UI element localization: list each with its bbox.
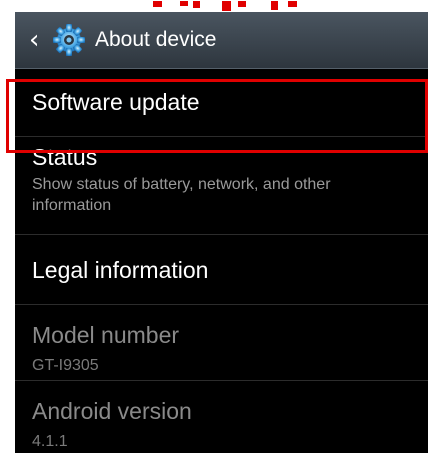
action-bar-title: About device — [95, 28, 217, 51]
red-highlight-box — [6, 79, 428, 153]
settings-gear-icon[interactable] — [51, 22, 87, 58]
list-item-value: 4.1.1 — [32, 433, 68, 450]
list-item-title: Android version — [32, 398, 192, 424]
action-bar: ‹ About device — [15, 12, 428, 69]
list-item-android-version: Android version 4.1.1 — [15, 381, 428, 453]
cropped-caption-fragments — [153, 1, 297, 11]
list-item-model-number: Model number GT-I9305 — [15, 305, 428, 381]
list-item-legal-information[interactable]: Legal information — [15, 235, 428, 305]
back-chevron-icon[interactable]: ‹ — [29, 27, 45, 53]
cropped-caption-strip — [0, 0, 428, 12]
list-item-title: Model number — [32, 322, 180, 348]
list-item-title: Legal information — [32, 257, 209, 283]
list-item-subtitle: Show status of battery, network, and oth… — [32, 176, 331, 214]
list-item-value: GT-I9305 — [32, 357, 99, 374]
